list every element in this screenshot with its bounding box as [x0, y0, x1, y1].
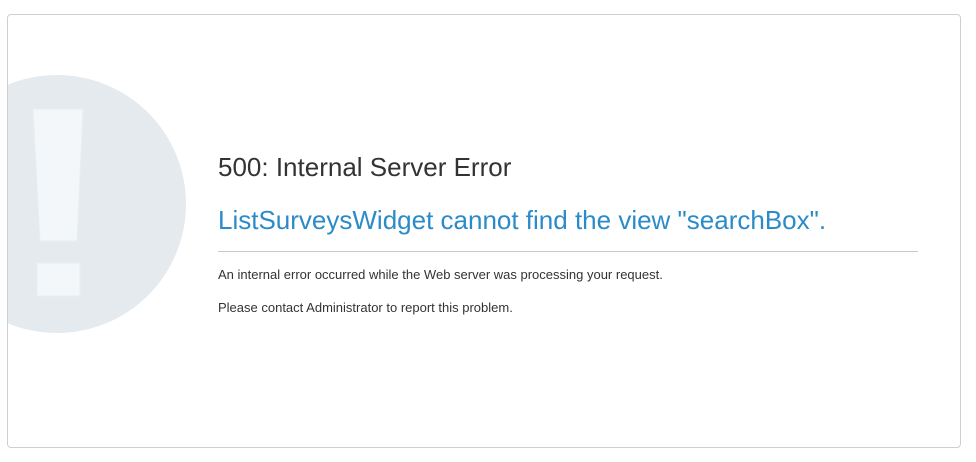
divider [218, 251, 918, 252]
error-message: ListSurveysWidget cannot find the view "… [218, 205, 827, 235]
error-title: 500: Internal Server Error [218, 152, 512, 182]
contact-admin-text: Please contact Administrator to report t… [218, 300, 513, 315]
exclamation-icon [8, 75, 186, 333]
error-detail-text: An internal error occurred while the Web… [218, 267, 663, 282]
error-content: 500: Internal Server Error ListSurveysWi… [218, 151, 918, 316]
error-panel: 500: Internal Server Error ListSurveysWi… [7, 14, 961, 448]
